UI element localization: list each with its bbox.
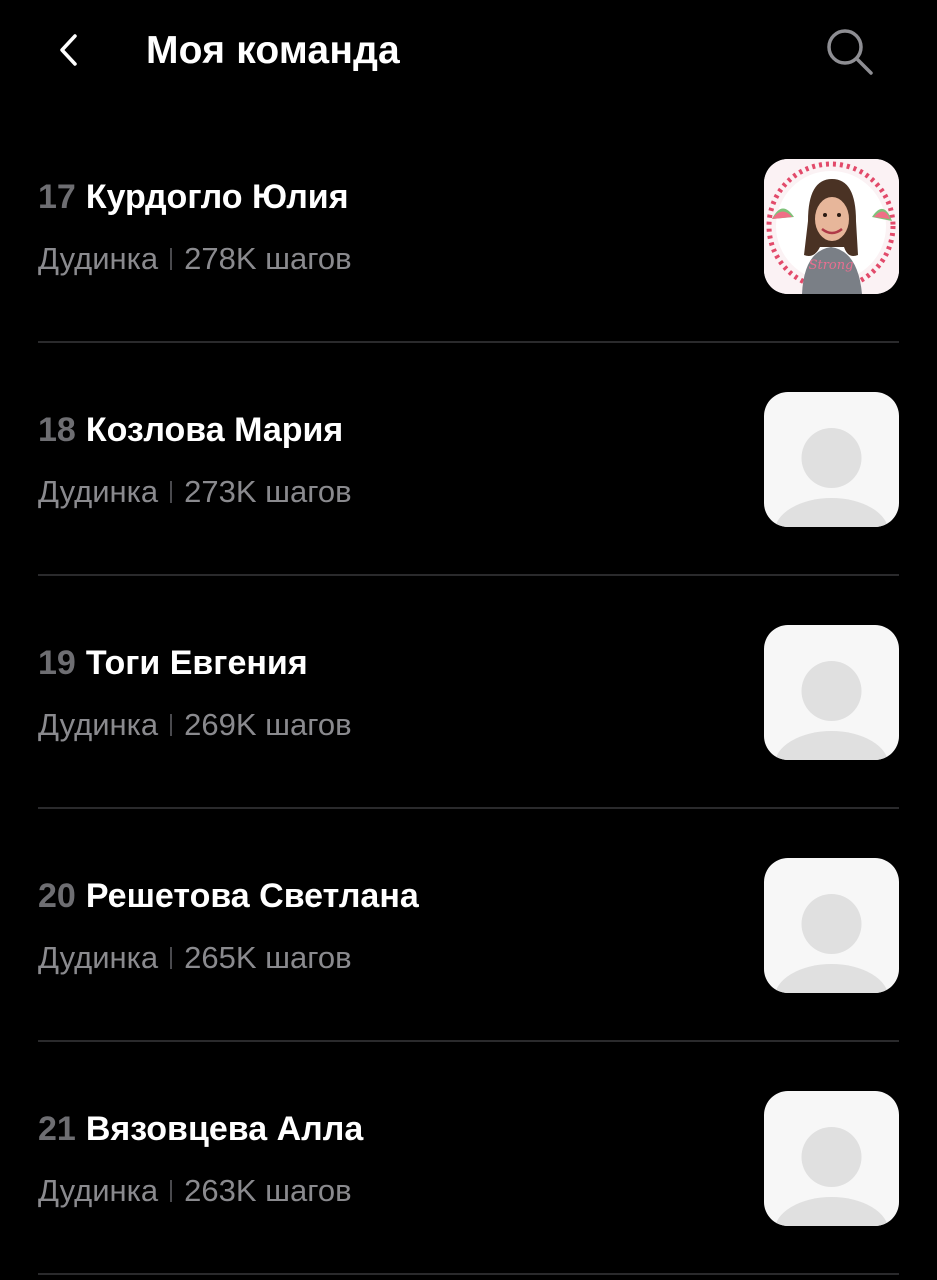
member-rank: 21	[38, 1110, 76, 1148]
team-member-row[interactable]: 20 Решетова Светлана Дудинка 265K шагов	[38, 809, 899, 1042]
search-icon	[827, 29, 873, 75]
member-name-line: 17 Курдогло Юлия	[38, 176, 349, 218]
member-details: Дудинка 269K шагов	[38, 705, 352, 745]
member-name-line: 21 Вязовцева Алла	[38, 1108, 363, 1150]
user-silhouette-icon	[775, 428, 888, 527]
member-city: Дудинка	[38, 940, 159, 975]
member-rank: 18	[38, 411, 76, 449]
svg-text:Strong: Strong	[809, 258, 854, 273]
separator	[170, 1180, 173, 1202]
member-details: Дудинка 273K шагов	[38, 472, 352, 512]
user-silhouette-icon	[775, 894, 888, 993]
member-name: Вязовцева Алла	[85, 1110, 364, 1148]
member-city: Дудинка	[38, 474, 159, 509]
page-title: Моя команда	[146, 29, 400, 72]
member-details: Дудинка 263K шагов	[38, 1171, 352, 1211]
member-city: Дудинка	[38, 707, 159, 742]
separator	[170, 714, 173, 736]
app-header: Моя команда	[0, 0, 937, 110]
avatar-photo-image: Strong	[764, 159, 899, 294]
member-rank: 17	[38, 178, 76, 216]
team-member-list: 17 Курдогло Юлия Дудинка 278K шагов Strong	[38, 110, 899, 1275]
separator	[170, 947, 173, 969]
member-name-line: 20 Решетова Светлана	[38, 875, 419, 917]
member-rank: 20	[38, 877, 76, 915]
chevron-left-icon	[60, 34, 77, 66]
member-avatar-placeholder[interactable]	[764, 858, 899, 993]
member-avatar-photo[interactable]: Strong	[764, 159, 899, 294]
member-avatar-placeholder[interactable]	[764, 625, 899, 760]
back-button[interactable]	[40, 20, 100, 80]
member-steps: 269K шагов	[184, 707, 352, 742]
member-avatar-placeholder[interactable]	[764, 392, 899, 527]
member-details: Дудинка 278K шагов	[38, 239, 352, 279]
member-name: Тоги Евгения	[85, 644, 308, 682]
member-name-line: 19 Тоги Евгения	[38, 642, 308, 684]
member-city: Дудинка	[38, 241, 159, 276]
member-steps: 263K шагов	[184, 1173, 352, 1208]
member-steps: 273K шагов	[184, 474, 352, 509]
member-details: Дудинка 265K шагов	[38, 938, 352, 978]
member-steps: 265K шагов	[184, 940, 352, 975]
separator	[170, 248, 173, 270]
search-button[interactable]	[818, 22, 882, 82]
user-silhouette-icon	[775, 1127, 888, 1226]
team-member-row[interactable]: 18 Козлова Мария Дудинка 273K шагов	[38, 343, 899, 576]
member-name-line: 18 Козлова Мария	[38, 409, 343, 451]
member-name: Курдогло Юлия	[85, 178, 349, 216]
team-member-row[interactable]: 19 Тоги Евгения Дудинка 269K шагов	[38, 576, 899, 809]
team-member-row[interactable]: 21 Вязовцева Алла Дудинка 263K шагов	[38, 1042, 899, 1275]
separator	[170, 481, 173, 503]
member-rank: 19	[38, 644, 76, 682]
member-name: Козлова Мария	[85, 411, 344, 449]
user-silhouette-icon	[775, 661, 888, 760]
row-divider	[38, 1273, 899, 1275]
member-avatar-placeholder[interactable]	[764, 1091, 899, 1226]
member-city: Дудинка	[38, 1173, 159, 1208]
member-name: Решетова Светлана	[85, 877, 419, 915]
team-member-row[interactable]: 17 Курдогло Юлия Дудинка 278K шагов Strong	[38, 110, 899, 343]
member-steps: 278K шагов	[184, 241, 352, 276]
